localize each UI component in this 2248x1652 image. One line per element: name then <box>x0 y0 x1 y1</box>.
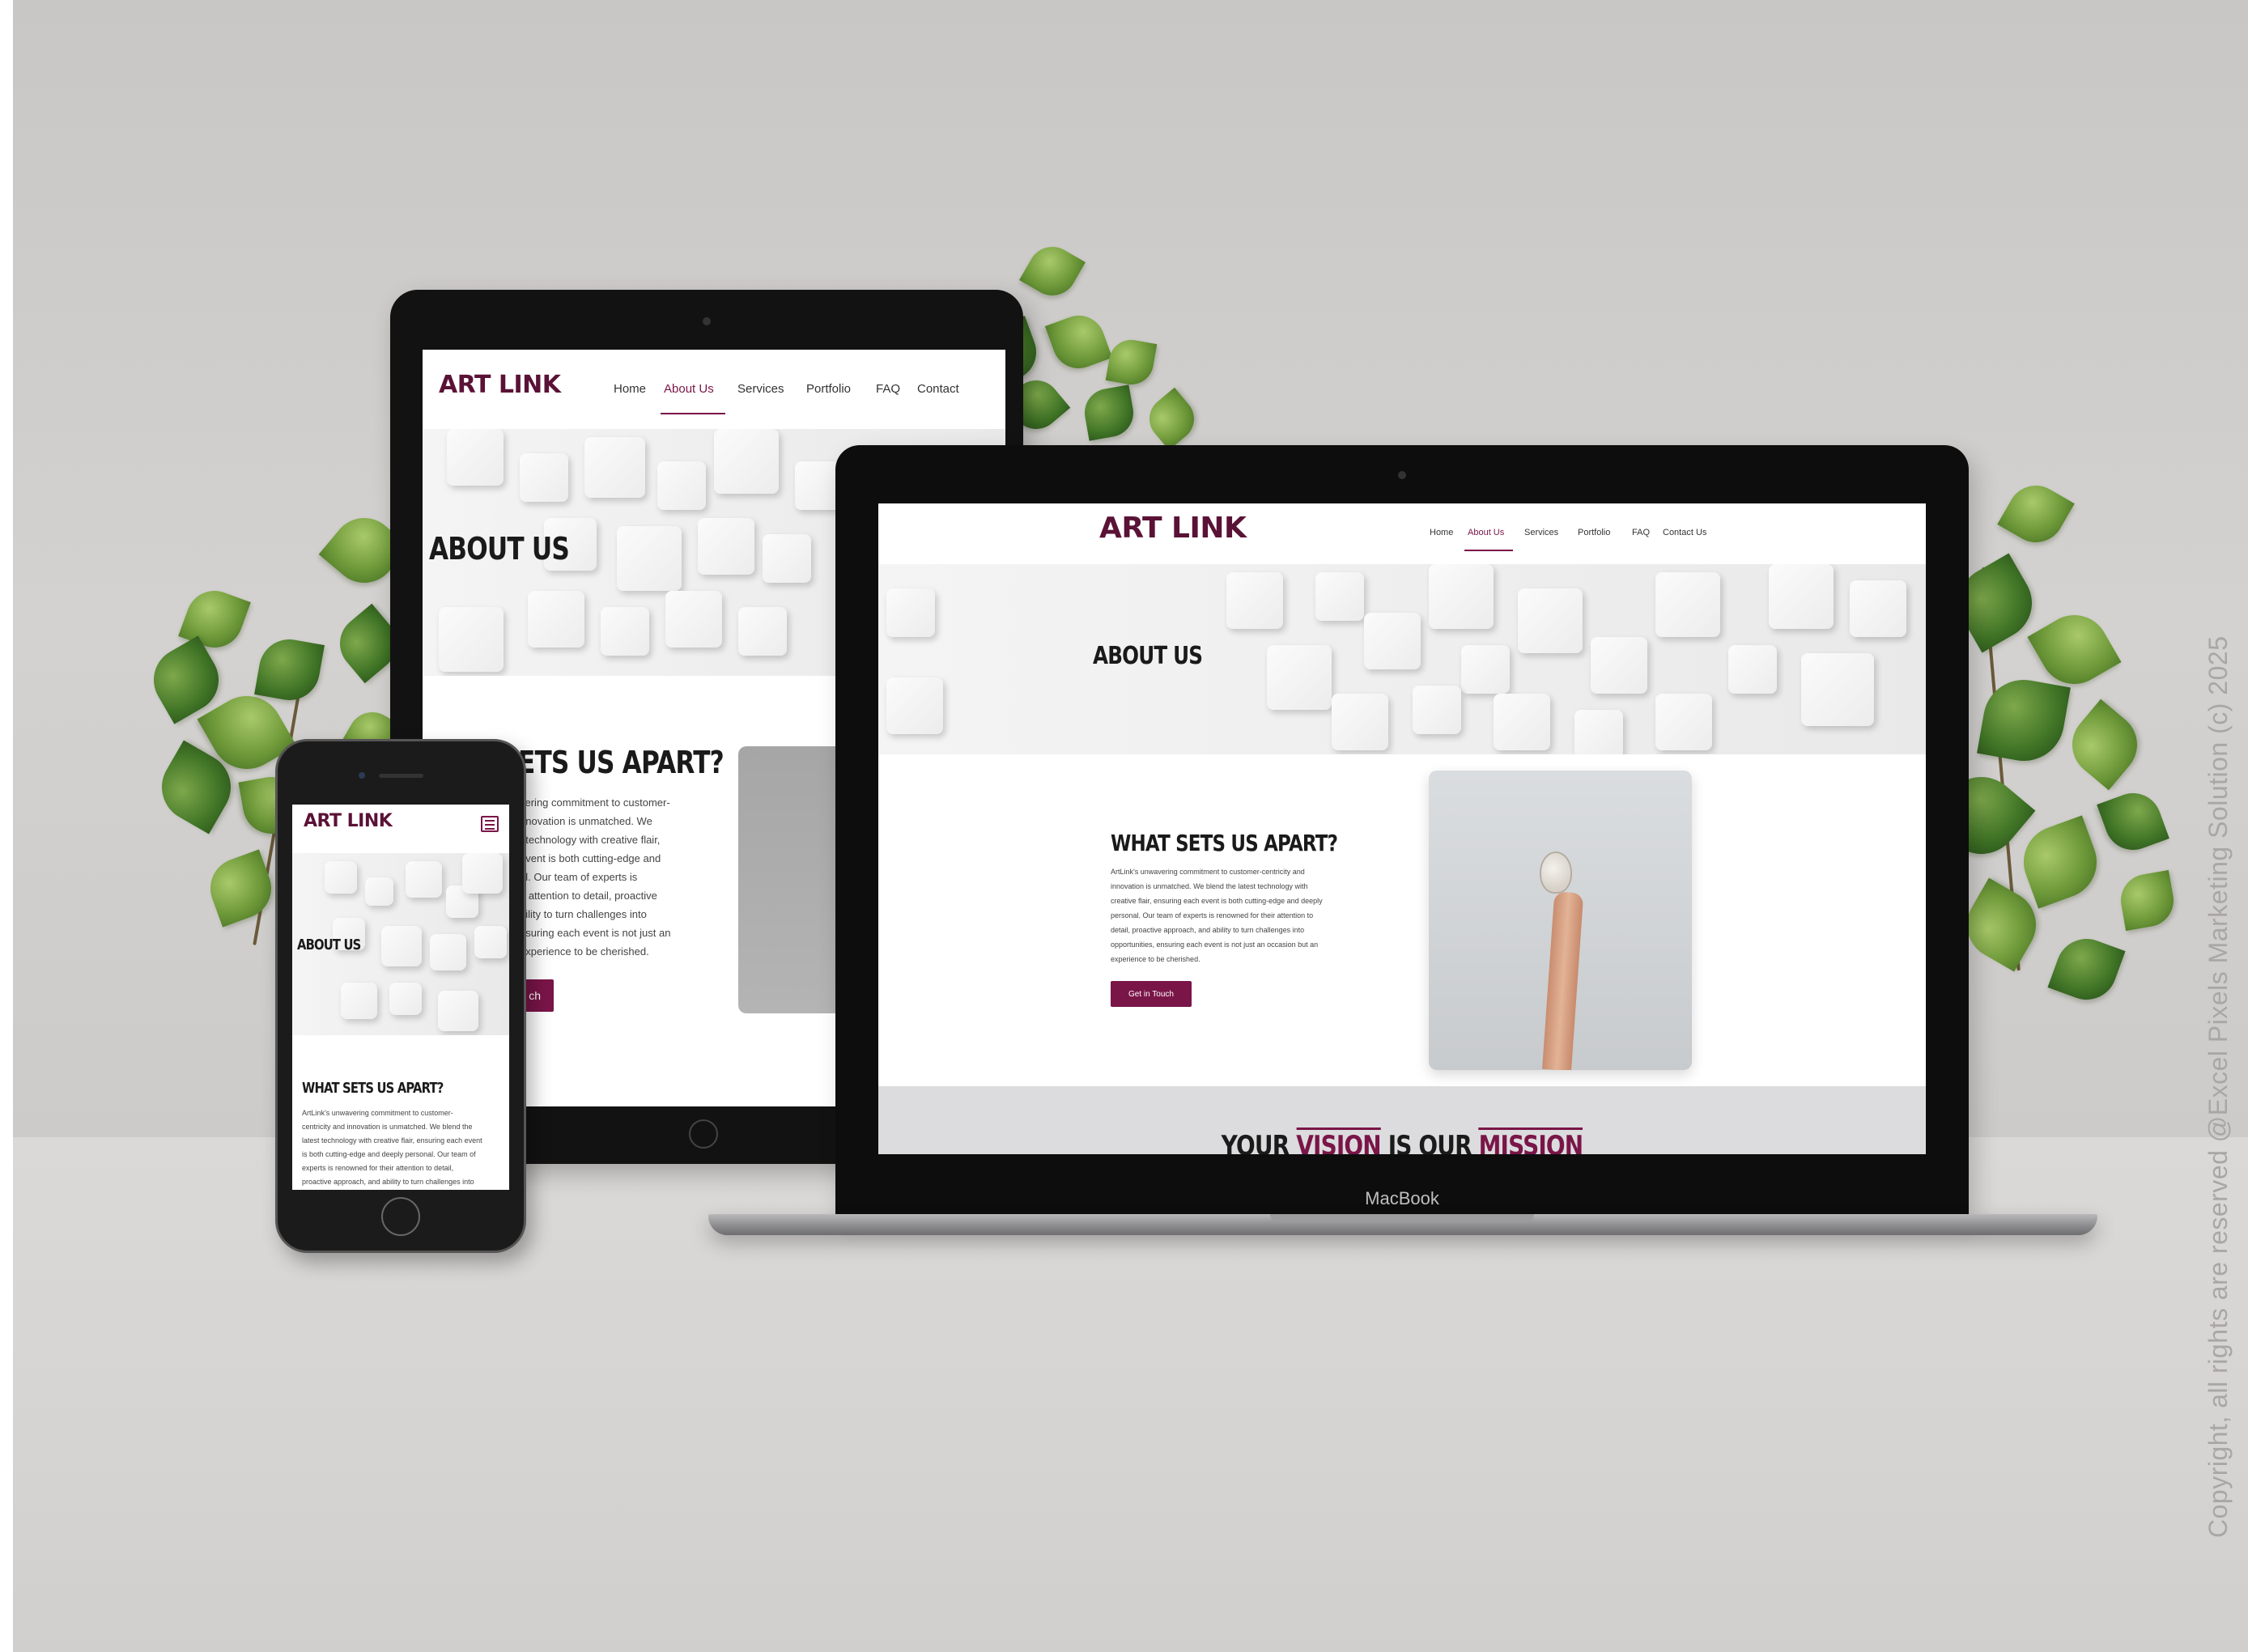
phone-screen: ART LINK ABOUT US WHAT SETS US APART? Ar… <box>292 805 509 1190</box>
nav-portfolio[interactable]: Portfolio <box>1578 528 1610 537</box>
logo-text: ART LINK <box>304 811 393 831</box>
logo-text: ART LINK <box>439 371 561 399</box>
banner-mission: MISSION <box>1478 1128 1583 1154</box>
laptop-screen: ART LINK Home About Us Services Portfoli… <box>878 503 1926 1154</box>
phone-section-heading: WHAT SETS US APART? <box>302 1080 444 1097</box>
nav-home[interactable]: Home <box>614 382 646 396</box>
nav-about-us[interactable]: About Us <box>1468 528 1504 537</box>
nav-portfolio[interactable]: Portfolio <box>806 382 851 396</box>
left-edge-strip <box>0 0 13 1652</box>
nav-active-indicator <box>661 413 725 414</box>
nav-about-us[interactable]: About Us <box>664 382 714 396</box>
lightbulb-icon <box>1540 851 1572 894</box>
tablet-hero-title: ABOUT US <box>429 531 570 567</box>
nav-home[interactable]: Home <box>1430 528 1453 537</box>
nav-services[interactable]: Services <box>1524 528 1558 537</box>
laptop-section-image <box>1429 771 1692 1070</box>
copyright-notice: Copyright, all rights are reserved @Exce… <box>2203 635 2233 1539</box>
nav-contact-us[interactable]: Contact Us <box>1663 528 1706 537</box>
laptop-bezel-label: MacBook <box>1365 1188 1439 1208</box>
laptop-hero-title: ABOUT US <box>1093 642 1203 670</box>
laptop-hero: ABOUT US <box>878 564 1926 754</box>
laptop-banner: YOUR VISION IS OUR MISSION <box>878 1086 1926 1154</box>
phone-hero: ABOUT US <box>292 853 509 1035</box>
hamburger-menu-icon[interactable] <box>481 816 499 832</box>
laptop-section-heading: WHAT SETS US APART? <box>1111 830 1338 856</box>
raised-arm <box>1542 891 1584 1070</box>
banner-is-our: IS OUR <box>1387 1130 1472 1154</box>
phone-camera <box>359 772 365 779</box>
banner-vision: VISION <box>1296 1128 1382 1154</box>
phone-hero-title: ABOUT US <box>297 936 361 953</box>
laptop-get-in-touch-button[interactable]: Get in Touch <box>1111 981 1192 1007</box>
tablet-home-button[interactable] <box>689 1119 718 1149</box>
laptop-notch <box>1270 1214 1534 1222</box>
laptop-base <box>708 1214 2097 1235</box>
laptop-camera <box>1398 471 1406 479</box>
phone-speaker <box>379 774 423 778</box>
tablet-section-heading: ETS US APART? <box>518 745 725 780</box>
nav-faq[interactable]: FAQ <box>876 382 900 396</box>
banner-your: YOUR <box>1221 1130 1290 1154</box>
nav-active-indicator <box>1464 550 1513 551</box>
mockup-scene: ART LINK Home About Us Services Portfoli… <box>0 0 2248 1652</box>
phone-home-button[interactable] <box>381 1197 420 1236</box>
nav-services[interactable]: Services <box>737 382 784 396</box>
nav-faq[interactable]: FAQ <box>1632 528 1650 537</box>
tablet-camera <box>703 317 711 325</box>
nav-contact-us[interactable]: Contact <box>917 382 959 396</box>
logo-text: ART LINK <box>1099 512 1247 545</box>
